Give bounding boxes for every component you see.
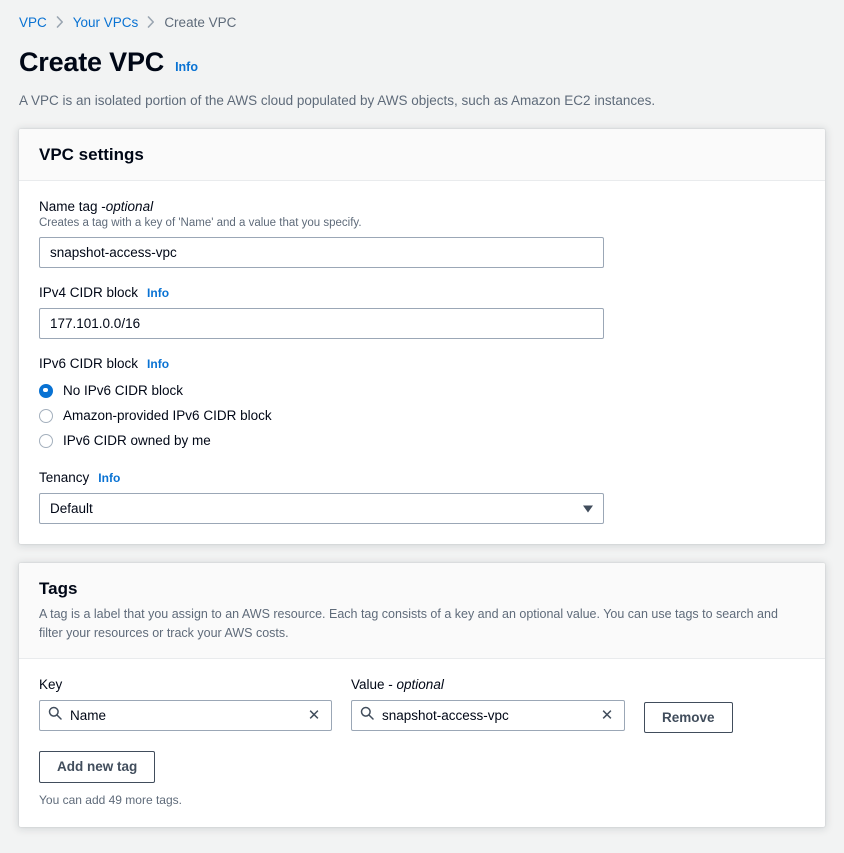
ipv4-cidr-info-link[interactable]: Info bbox=[147, 286, 169, 300]
tenancy-label: Tenancy Info bbox=[39, 470, 805, 485]
radio-mark-icon bbox=[39, 409, 53, 423]
page-title: Create VPC bbox=[19, 48, 164, 78]
spacer bbox=[0, 544, 844, 563]
ipv4-cidr-label: IPv4 CIDR block Info bbox=[39, 285, 805, 300]
tags-header: Tags A tag is a label that you assign to… bbox=[19, 563, 825, 659]
chevron-right-icon bbox=[147, 16, 155, 28]
radio-mark-icon bbox=[39, 434, 53, 448]
create-vpc-page: VPC Your VPCs Create VPC Create VPC Info… bbox=[0, 0, 844, 853]
radio-label: IPv6 CIDR owned by me bbox=[63, 433, 211, 448]
name-tag-label-text: Name tag - bbox=[39, 199, 106, 214]
breadcrumb: VPC Your VPCs Create VPC bbox=[0, 0, 844, 32]
tenancy-info-link[interactable]: Info bbox=[98, 471, 120, 485]
breadcrumb-item-your-vpcs[interactable]: Your VPCs bbox=[73, 15, 139, 30]
remove-tag-button[interactable]: Remove bbox=[644, 702, 733, 733]
tag-value-optional: optional bbox=[397, 677, 444, 692]
ipv6-cidr-label: IPv6 CIDR block Info bbox=[39, 356, 805, 371]
radio-no-ipv6-cidr-block[interactable]: No IPv6 CIDR block bbox=[39, 378, 805, 403]
tags-remaining-hint: You can add 49 more tags. bbox=[39, 793, 805, 807]
ipv6-cidr-label-text: IPv6 CIDR block bbox=[39, 356, 138, 371]
radio-ipv6-cidr-owned-by-me[interactable]: IPv6 CIDR owned by me bbox=[39, 428, 805, 453]
vpc-settings-body: Name tag - optional Creates a tag with a… bbox=[19, 181, 825, 544]
chevron-right-icon bbox=[56, 16, 64, 28]
name-tag-optional: optional bbox=[106, 199, 153, 214]
tag-value-input[interactable]: snapshot-access-vpc ✕ bbox=[351, 700, 625, 731]
name-tag-input[interactable] bbox=[39, 237, 604, 268]
tag-value-value: snapshot-access-vpc bbox=[382, 708, 598, 723]
tag-key-column-label: Key bbox=[39, 677, 332, 692]
tag-key-input[interactable]: Name ✕ bbox=[39, 700, 332, 731]
breadcrumb-item-vpc[interactable]: VPC bbox=[19, 15, 47, 30]
tags-body: Key Name ✕ Value - opt bbox=[19, 659, 825, 827]
table-row: Key Name ✕ Value - opt bbox=[39, 677, 805, 733]
tag-key-value: Name bbox=[70, 708, 305, 723]
tag-key-column: Key Name ✕ bbox=[39, 677, 332, 731]
vpc-settings-title: VPC settings bbox=[39, 145, 805, 165]
radio-label: Amazon-provided IPv6 CIDR block bbox=[63, 408, 272, 423]
ipv4-cidr-field: IPv4 CIDR block Info bbox=[39, 285, 805, 339]
vpc-settings-card: VPC settings Name tag - optional Creates… bbox=[19, 129, 825, 544]
tag-remove-column: Remove bbox=[644, 677, 733, 733]
ipv6-cidr-field: IPv6 CIDR block Info No IPv6 CIDR block … bbox=[39, 356, 805, 453]
tags-title: Tags bbox=[39, 579, 805, 599]
vpc-settings-header: VPC settings bbox=[19, 129, 825, 181]
radio-amazon-provided-ipv6[interactable]: Amazon-provided IPv6 CIDR block bbox=[39, 403, 805, 428]
tenancy-select-wrap: Default bbox=[39, 493, 604, 524]
page-description: A VPC is an isolated portion of the AWS … bbox=[0, 78, 844, 111]
search-icon bbox=[48, 706, 62, 725]
clear-icon[interactable]: ✕ bbox=[305, 706, 323, 724]
tags-description: A tag is a label that you assign to an A… bbox=[39, 605, 794, 643]
tenancy-field: Tenancy Info Default bbox=[39, 470, 805, 524]
radio-mark-icon bbox=[39, 384, 53, 398]
spacer bbox=[0, 110, 844, 129]
name-tag-hint: Creates a tag with a key of 'Name' and a… bbox=[39, 217, 805, 229]
ipv4-cidr-input[interactable] bbox=[39, 308, 604, 339]
clear-icon[interactable]: ✕ bbox=[598, 706, 616, 724]
ipv6-cidr-radio-group: No IPv6 CIDR block Amazon-provided IPv6 … bbox=[39, 378, 805, 453]
breadcrumb-item-create-vpc: Create VPC bbox=[164, 15, 236, 30]
radio-label: No IPv6 CIDR block bbox=[63, 383, 183, 398]
add-new-tag-button[interactable]: Add new tag bbox=[39, 751, 155, 783]
tag-value-column: Value - optional snapshot-access-vpc ✕ bbox=[351, 677, 625, 731]
page-header: Create VPC Info bbox=[0, 32, 844, 78]
name-tag-label: Name tag - optional bbox=[39, 199, 805, 214]
tenancy-label-text: Tenancy bbox=[39, 470, 89, 485]
ipv4-cidr-label-text: IPv4 CIDR block bbox=[39, 285, 138, 300]
tags-card: Tags A tag is a label that you assign to… bbox=[19, 563, 825, 827]
tenancy-selected-value: Default bbox=[50, 501, 93, 516]
tag-value-column-label-text: Value - bbox=[351, 677, 397, 692]
tag-value-column-label: Value - optional bbox=[351, 677, 625, 692]
search-icon bbox=[360, 706, 374, 725]
name-tag-field: Name tag - optional Creates a tag with a… bbox=[39, 199, 805, 268]
add-tag-wrap: Add new tag You can add 49 more tags. bbox=[39, 751, 805, 807]
ipv6-cidr-info-link[interactable]: Info bbox=[147, 357, 169, 371]
tenancy-select[interactable]: Default bbox=[39, 493, 604, 524]
page-info-link[interactable]: Info bbox=[175, 60, 198, 74]
